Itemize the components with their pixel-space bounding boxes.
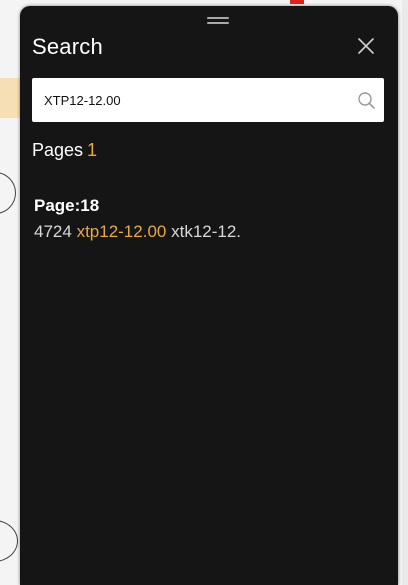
snippet-match: xtp12-12.00	[76, 222, 167, 241]
pages-count: 1	[87, 140, 98, 160]
background-edge	[402, 0, 408, 585]
snippet-suffix: xtk12-12.	[171, 222, 242, 241]
panel-title: Search	[32, 34, 103, 59]
drag-handle[interactable]	[207, 17, 229, 25]
search-input[interactable]	[44, 78, 344, 122]
search-button[interactable]	[356, 90, 376, 110]
search-panel: Search Pages1 Page:18 4724 xtp12-	[20, 6, 398, 585]
background-drawing-circle	[0, 172, 16, 214]
search-box	[32, 78, 384, 122]
search-result-item[interactable]: Page:18 4724 xtp12-12.00 xtk12-12.	[34, 196, 374, 242]
pages-label: Pages	[32, 140, 84, 160]
close-button[interactable]	[354, 34, 378, 58]
snippet-prefix: 4724	[34, 222, 72, 241]
close-icon	[358, 38, 374, 54]
results-summary: Pages 1	[32, 140, 97, 161]
background-highlight	[0, 78, 22, 118]
screen: Search Pages1 Page:18 4724 xtp12-	[0, 0, 408, 585]
background-document-mark	[290, 0, 304, 4]
background-drawing-curve	[0, 520, 18, 562]
search-icon	[358, 92, 375, 109]
result-snippet: 4724 xtp12-12.00 xtk12-12.	[34, 222, 374, 242]
result-page-label: Page:18	[34, 196, 100, 215]
